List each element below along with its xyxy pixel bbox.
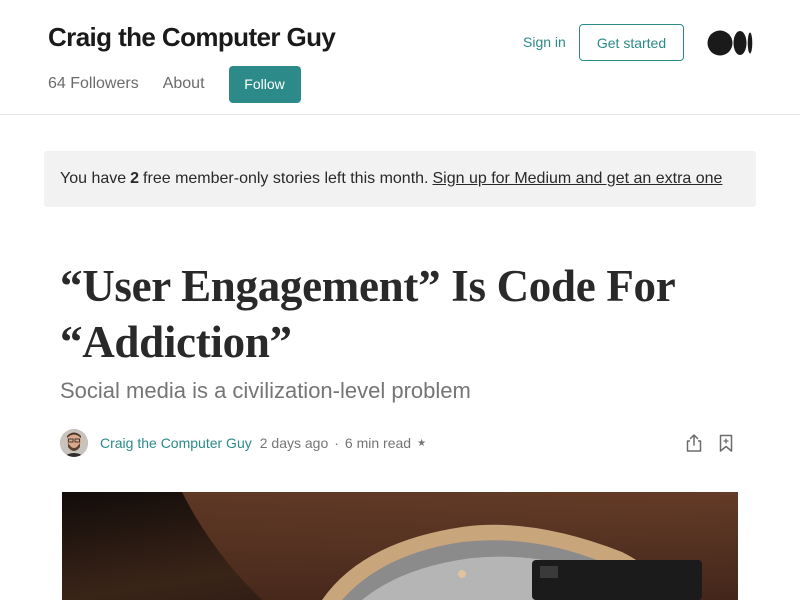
article-byline: Craig the Computer Guy 2 days ago · 6 mi… (60, 429, 740, 457)
banner-prefix: You have (60, 170, 127, 187)
author-avatar[interactable] (60, 429, 88, 457)
follow-button[interactable]: Follow (228, 65, 301, 103)
banner-count: 2 (130, 170, 140, 187)
published-date: 2 days ago (259, 435, 329, 451)
member-star-icon: ★ (417, 437, 427, 449)
meta-separator: · (334, 435, 339, 451)
get-started-button[interactable]: Get started (579, 24, 684, 61)
member-stories-banner: You have 2 free member-only stories left… (44, 151, 756, 207)
hero-image (62, 492, 738, 600)
site-header: Craig the Computer Guy 64 Followers Abou… (0, 0, 800, 115)
avatar-portrait-icon (60, 429, 88, 457)
author-name-link[interactable]: Craig the Computer Guy (100, 435, 252, 451)
about-link[interactable]: About (163, 75, 205, 93)
bookmark-icon[interactable] (716, 433, 736, 453)
banner-suffix: free member-only stories left this month… (143, 170, 429, 187)
hero-photo-illustration (62, 492, 738, 600)
read-time: 6 min read (344, 435, 412, 451)
signup-link[interactable]: Sign up for Medium and get an extra one (432, 170, 722, 188)
article-subtitle: Social media is a civilization-level pro… (60, 378, 471, 403)
publication-meta: 64 Followers About Follow (48, 65, 301, 103)
medium-logo-icon[interactable] (707, 30, 753, 56)
followers-link[interactable]: 64 Followers (48, 75, 139, 93)
share-icon[interactable] (684, 433, 704, 453)
article-title: “User Engagement” Is Code For “Addiction… (60, 261, 675, 367)
publication-title[interactable]: Craig the Computer Guy (48, 22, 336, 53)
sign-in-link[interactable]: Sign in (523, 34, 566, 50)
